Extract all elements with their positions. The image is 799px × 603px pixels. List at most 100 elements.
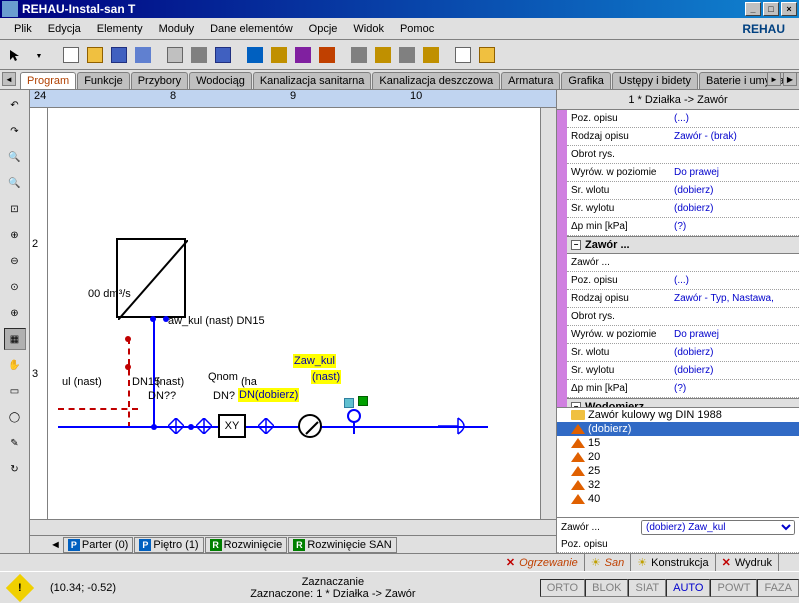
node-red[interactable] — [125, 336, 131, 342]
menu-pomoc[interactable]: Pomoc — [392, 21, 442, 37]
zoom-all-button[interactable]: ⊕ — [4, 302, 26, 324]
sheet-parter[interactable]: PParter (0) — [63, 537, 133, 553]
tree-item[interactable]: 32 — [557, 478, 799, 492]
sheets-scroll-left[interactable]: ◄ — [50, 539, 61, 551]
link-button[interactable] — [476, 44, 498, 66]
menu-widok[interactable]: Widok — [345, 21, 392, 37]
zoom-minus-button[interactable]: ⊖ — [4, 250, 26, 272]
prop-row[interactable]: Rodzaj opisuZawór - Typ, Nastawa, — [567, 290, 799, 308]
grid2-button[interactable] — [396, 44, 418, 66]
tab-przybory[interactable]: Przybory — [131, 72, 188, 89]
node[interactable] — [188, 424, 194, 430]
tab-kan-san[interactable]: Kanalizacja sanitarna — [253, 72, 372, 89]
symbol-tank[interactable] — [116, 238, 186, 318]
menu-opcje[interactable]: Opcje — [301, 21, 346, 37]
tab-program[interactable]: Program — [20, 72, 76, 89]
canvas-hscroll[interactable] — [30, 519, 556, 535]
print-button[interactable] — [188, 44, 210, 66]
section-zawor[interactable]: −Zawór ... — [567, 236, 799, 254]
bolt3-button[interactable] — [420, 44, 442, 66]
doc-button[interactable] — [452, 44, 474, 66]
prop-row[interactable]: Śr. wlotu(dobierz) — [567, 182, 799, 200]
node[interactable] — [150, 316, 156, 322]
minimize-button[interactable]: _ — [745, 2, 761, 16]
valve-tree[interactable]: Zawór kulowy wg DIN 1988 (dobierz) 15 20… — [557, 407, 799, 517]
sheet-rozwiniecie[interactable]: RRozwinięcie — [205, 537, 288, 553]
tab-funkcje[interactable]: Funkcje — [77, 72, 130, 89]
sheet-rozwiniecie-san[interactable]: RRozwinięcie SAN — [288, 537, 396, 553]
redo-button[interactable]: ↷ — [4, 120, 26, 142]
prop-row[interactable]: Wyrów. w poziomieDo prawej — [567, 164, 799, 182]
mode-faza[interactable]: FAZA — [757, 579, 799, 597]
zaw-kul-label[interactable]: Zaw_kul — [293, 354, 336, 368]
meter-symbol[interactable] — [298, 414, 322, 438]
grid-button[interactable] — [348, 44, 370, 66]
tree-item[interactable]: 15 — [557, 436, 799, 450]
valve-symbol[interactable] — [196, 418, 212, 437]
select-tool-button[interactable] — [4, 44, 26, 66]
end-connector-symbol[interactable] — [438, 416, 478, 439]
view-tab-wydruk[interactable]: ✕Wydruk — [716, 554, 779, 571]
node[interactable] — [151, 424, 157, 430]
tree-item[interactable]: 25 — [557, 464, 799, 478]
maximize-button[interactable]: □ — [763, 2, 779, 16]
view-tab-konstrukcja[interactable]: ☀Konstrukcja — [631, 554, 715, 571]
tab-grafika[interactable]: Grafika — [561, 72, 610, 89]
menu-elementy[interactable]: Elementy — [89, 21, 151, 37]
undo-button[interactable]: ↶ — [4, 94, 26, 116]
green-marker-icon[interactable] — [358, 396, 368, 406]
prop-row[interactable]: Śr. wylotu(dobierz) — [567, 362, 799, 380]
mode-auto[interactable]: AUTO — [666, 579, 710, 597]
zoom-window-button[interactable]: ⊡ — [4, 198, 26, 220]
saveall-button[interactable] — [132, 44, 154, 66]
zoom-in-button[interactable]: 🔍 — [4, 146, 26, 168]
prop-row[interactable]: Obrot rys. — [567, 146, 799, 164]
calc-button[interactable] — [244, 44, 266, 66]
menu-dane[interactable]: Dane elementów — [202, 21, 301, 37]
preview-button[interactable] — [212, 44, 234, 66]
section-wodomierz[interactable]: −Wodomierz ... — [567, 398, 799, 407]
menu-plik[interactable]: Plik — [6, 21, 40, 37]
tab-armatura[interactable]: Armatura — [501, 72, 560, 89]
pan-button[interactable]: ✋ — [4, 354, 26, 376]
zoom-out-button[interactable]: 🔍 — [4, 172, 26, 194]
copy-button[interactable] — [164, 44, 186, 66]
drawing-canvas[interactable]: 00 dm³/s aw_kul (nast) DN15 ul (nast) DN… — [48, 108, 540, 519]
prop-row[interactable]: Δp min [kPa](?) — [567, 380, 799, 398]
close-button[interactable]: × — [781, 2, 797, 16]
tab-kan-deszcz[interactable]: Kanalizacja deszczowa — [372, 72, 500, 89]
prop-row[interactable]: Poz. opisu(...) — [567, 110, 799, 128]
prop-row-bottom[interactable]: Poz. opisu — [557, 537, 799, 553]
tree-item[interactable]: 40 — [557, 492, 799, 506]
tab-wodociag[interactable]: Wodociąg — [189, 72, 252, 89]
bolt2-button[interactable] — [372, 44, 394, 66]
prop-row[interactable]: Obrot rys. — [567, 308, 799, 326]
tree-root[interactable]: Zawór kulowy wg DIN 1988 — [557, 408, 799, 422]
refresh-button[interactable]: ↻ — [4, 458, 26, 480]
new-button[interactable] — [60, 44, 82, 66]
menu-edycja[interactable]: Edycja — [40, 21, 89, 37]
tabs-scroll-far-right[interactable]: ▶ — [783, 72, 797, 86]
prop-row[interactable]: Wyrów. w poziomieDo prawej — [567, 326, 799, 344]
select-lasso-button[interactable]: ◯ — [4, 406, 26, 428]
prop-row[interactable]: Poz. opisu(...) — [567, 272, 799, 290]
tree-item[interactable]: 20 — [557, 450, 799, 464]
valve-symbol[interactable] — [168, 418, 184, 437]
canvas-vscroll[interactable] — [540, 108, 556, 519]
select-dropdown-button[interactable] — [28, 44, 50, 66]
mode-siat[interactable]: SIAT — [628, 579, 666, 597]
view-tab-san[interactable]: ☀San — [585, 554, 631, 571]
mode-powt[interactable]: POWT — [710, 579, 757, 597]
check-valve-symbol[interactable] — [344, 408, 364, 437]
prop-row[interactable]: Rodzaj opisuZawór - (brak) — [567, 128, 799, 146]
properties-button[interactable]: ▦ — [4, 328, 26, 350]
mode-blok[interactable]: BLOK — [585, 579, 628, 597]
zoom-plus-button[interactable]: ⊕ — [4, 224, 26, 246]
calc2-button[interactable] — [268, 44, 290, 66]
node-red[interactable] — [125, 364, 131, 370]
zoom-fit-button[interactable]: ⊙ — [4, 276, 26, 298]
table-button[interactable] — [292, 44, 314, 66]
menu-moduly[interactable]: Moduły — [151, 21, 202, 37]
pipe-dashed-vertical[interactable] — [128, 338, 130, 428]
prop-row[interactable]: Δp min [kPa](?) — [567, 218, 799, 236]
